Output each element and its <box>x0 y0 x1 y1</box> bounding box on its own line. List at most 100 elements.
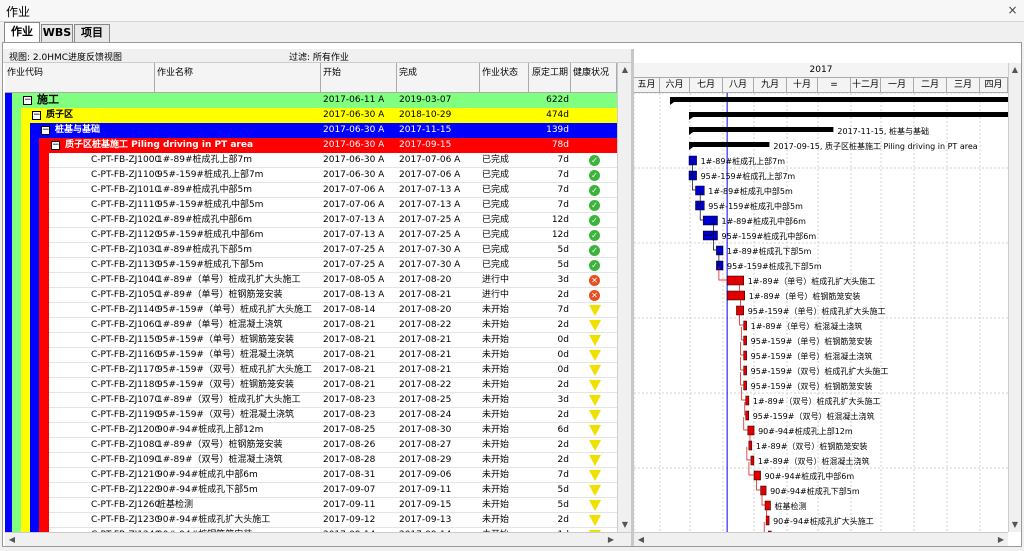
table-row[interactable]: C-PT-FB-ZJ1070 1#-89#（双号）桩成孔扩大头施工 2017-08-… <box>5 393 631 408</box>
view-dropdown[interactable]: 视图: 2.0HMC进度反馈视图 <box>9 50 122 63</box>
wbs-band <box>21 468 30 483</box>
table-row[interactable]: C-PT-FB-ZJ1120 95#-159#桩成孔中部6m 2017-07-13 … <box>5 228 631 243</box>
activity-label: 1#-89#（双号）桩混凝土浇筑 <box>758 456 870 466</box>
table-row[interactable]: C-PT-FB-ZJ1170 95#-159#（双号）桩成孔扩大头施工 2017-0… <box>5 363 631 378</box>
activity-label: 95#-159#（单号）桩成孔扩大头施工 <box>748 306 886 316</box>
collapse-icon[interactable]: − <box>41 126 50 135</box>
gantt-horizontal-scrollbar[interactable]: ◀ ▶ <box>634 532 1008 546</box>
wbs-band <box>5 468 12 483</box>
wbs-band <box>21 138 30 153</box>
wbs-band <box>12 498 21 513</box>
collapse-icon[interactable]: − <box>51 141 60 150</box>
table-row[interactable]: C-PT-FB-ZJ1110 95#-159#桩成孔中部5m 2017-07-06 … <box>5 198 631 213</box>
wbs-row[interactable]: − 质子区 2017-06-30 A 2018-10-29 474d <box>5 108 631 123</box>
wbs-band <box>12 423 21 438</box>
table-row[interactable]: C-PT-FB-ZJ1060 1#-89#（单号）桩混凝土浇筑 2017-08-21… <box>5 318 631 333</box>
activity-code: C-PT-FB-ZJ1030 <box>91 245 159 255</box>
table-row[interactable]: C-PT-FB-ZJ1090 1#-89#（双号）桩混凝土浇筑 2017-08-28… <box>5 453 631 468</box>
gantt-bars: 2017-11-15, 桩基与基础 2017-09-15, 质子区桩基施工 Pil… <box>634 93 1008 532</box>
col-header-duration[interactable]: 原定工期 <box>529 63 571 93</box>
table-row[interactable]: C-PT-FB-ZJ1190 95#-159#（双号）桩混凝土浇筑 2017-08-… <box>5 408 631 423</box>
wbs-row[interactable]: − 施工 2017-06-11 A 2019-03-07 622d <box>5 93 631 108</box>
filter-label[interactable]: 过滤: 所有作业 <box>289 50 349 63</box>
tab-wbs[interactable]: WBS <box>41 24 73 42</box>
activity-finish: 2017-08-22 <box>399 380 452 390</box>
scroll-up-icon[interactable]: ▲ <box>1009 64 1021 76</box>
table-horizontal-scrollbar[interactable]: ◀ ▶ <box>5 532 631 546</box>
table-row[interactable]: C-PT-FB-ZJ1050 1#-89#（单号）桩钢筋笼安装 2017-08-13… <box>5 288 631 303</box>
scroll-left-icon[interactable]: ◀ <box>6 534 18 546</box>
activity-bar <box>745 395 750 406</box>
wbs-band <box>12 438 21 453</box>
wbs-band <box>30 408 39 423</box>
table-row[interactable]: C-PT-FB-ZJ1210 90#-94#桩成孔中部6m 2017-08-31 20… <box>5 468 631 483</box>
table-row[interactable]: C-PT-FB-ZJ1000 1#-89#桩成孔上部7m 2017-06-30 A 2… <box>5 153 631 168</box>
wbs-row[interactable]: − 桩基与基础 2017-06-30 A 2017-11-15 139d <box>5 123 631 138</box>
activity-label: 1#-89#（双号）桩钢筋笼安装 <box>756 441 868 451</box>
table-row[interactable]: C-PT-FB-ZJ1040 1#-89#（单号）桩成孔扩大头施工 2017-08-… <box>5 273 631 288</box>
wbs-band <box>39 483 49 498</box>
table-row[interactable]: C-PT-FB-ZJ1200 90#-94#桩成孔上部12m 2017-08-25 2… <box>5 423 631 438</box>
table-row[interactable]: C-PT-FB-ZJ1010 1#-89#桩成孔中部5m 2017-07-06 A 2… <box>5 183 631 198</box>
wbs-name: 质子区 <box>46 110 74 120</box>
table-row[interactable]: C-PT-FB-ZJ1160 95#-159#（单号）桩混凝土浇筑 2017-08-… <box>5 348 631 363</box>
table-row[interactable]: C-PT-FB-ZJ1150 95#-159#（单号）桩钢筋笼安装 2017-08-… <box>5 333 631 348</box>
col-header-name[interactable]: 作业名称 <box>155 63 321 93</box>
table-row[interactable]: C-PT-FB-ZJ1260 桩基检测 2017-09-11 2017-09-15 未开… <box>5 498 631 513</box>
wbs-band <box>30 453 39 468</box>
health-warning-icon <box>589 320 601 331</box>
wbs-band <box>30 483 39 498</box>
table-row[interactable]: C-PT-FB-ZJ1140 95#-159#（单号）桩成孔扩大头施工 2017-0… <box>5 303 631 318</box>
activity-start: 2017-08-21 <box>323 335 376 345</box>
table-row[interactable]: C-PT-FB-ZJ1220 90#-94#桩成孔下部5m 2017-09-07 20… <box>5 483 631 498</box>
table-row[interactable]: C-PT-FB-ZJ1080 1#-89#（双号）桩钢筋笼安装 2017-08-26… <box>5 438 631 453</box>
activity-status: 已完成 <box>482 185 510 195</box>
tab-projects[interactable]: 项目 <box>74 24 110 42</box>
table-row[interactable]: C-PT-FB-ZJ1030 1#-89#桩成孔下部5m 2017-07-25 A 2… <box>5 243 631 258</box>
activity-status: 已完成 <box>482 245 510 255</box>
gantt-month: = <box>818 78 851 93</box>
activity-label: 95#-159#桩成孔下部5m <box>727 261 822 271</box>
col-header-status[interactable]: 作业状态 <box>480 63 529 93</box>
col-header-start[interactable]: 开始 <box>321 63 397 93</box>
activity-duration: 12d <box>551 215 569 225</box>
wbs-finish: 2019-03-07 <box>399 95 452 105</box>
wbs-band <box>5 333 12 348</box>
col-header-finish[interactable]: 完成 <box>397 63 480 93</box>
health-ok-icon: ✓ <box>589 230 600 241</box>
table-row[interactable]: C-PT-FB-ZJ1130 95#-159#桩成孔下部5m 2017-07-25 … <box>5 258 631 273</box>
collapse-icon[interactable]: − <box>23 96 32 105</box>
activity-finish: 2017-09-15 <box>399 500 452 510</box>
tab-activities[interactable]: 作业 <box>4 22 40 42</box>
scroll-right-icon[interactable]: ▶ <box>605 534 617 546</box>
activity-finish: 2017-08-20 <box>399 275 452 285</box>
scroll-up-icon[interactable]: ▲ <box>619 64 631 76</box>
scroll-down-icon[interactable]: ▼ <box>1009 519 1021 531</box>
scroll-right-icon[interactable]: ▶ <box>995 534 1007 546</box>
table-row[interactable]: C-PT-FB-ZJ1180 95#-159#（双号）桩钢筋笼安装 2017-08-… <box>5 378 631 393</box>
health-warning-icon <box>589 380 601 391</box>
wbs-band <box>5 348 12 363</box>
table-row[interactable]: C-PT-FB-ZJ1230 90#-94#桩成孔扩大头施工 2017-09-12 2… <box>5 513 631 528</box>
table-vertical-scrollbar[interactable]: ▲ ▼ <box>617 63 631 532</box>
wbs-band <box>21 348 30 363</box>
collapse-icon[interactable]: − <box>32 111 41 120</box>
gantt-vertical-scrollbar[interactable]: ▲ ▼ <box>1008 63 1021 532</box>
col-header-health[interactable]: 健康状况 <box>571 63 617 93</box>
wbs-band <box>21 333 30 348</box>
table-row[interactable]: C-PT-FB-ZJ1100 95#-159#桩成孔上部7m 2017-06-30 … <box>5 168 631 183</box>
wbs-row[interactable]: − 质子区桩基施工 Piling driving in PT area 2017-0… <box>5 138 631 153</box>
scroll-down-icon[interactable]: ▼ <box>619 519 631 531</box>
wbs-band <box>12 93 21 108</box>
activity-bar <box>743 380 747 391</box>
activity-name: 95#-159#（单号）桩钢筋笼安装 <box>157 335 294 345</box>
close-icon[interactable]: × <box>1005 3 1020 18</box>
table-row[interactable]: C-PT-FB-ZJ1020 1#-89#桩成孔中部6m 2017-07-13 A 2… <box>5 213 631 228</box>
activity-finish: 2017-07-06 A <box>399 155 461 165</box>
scroll-left-icon[interactable]: ◀ <box>635 534 647 546</box>
activity-start: 2017-09-07 <box>323 485 376 495</box>
col-header-code[interactable]: 作业代码 <box>5 63 155 93</box>
activity-code: C-PT-FB-ZJ1060 <box>91 320 159 330</box>
wbs-band <box>39 228 49 243</box>
wbs-name: 施工 <box>37 93 59 106</box>
